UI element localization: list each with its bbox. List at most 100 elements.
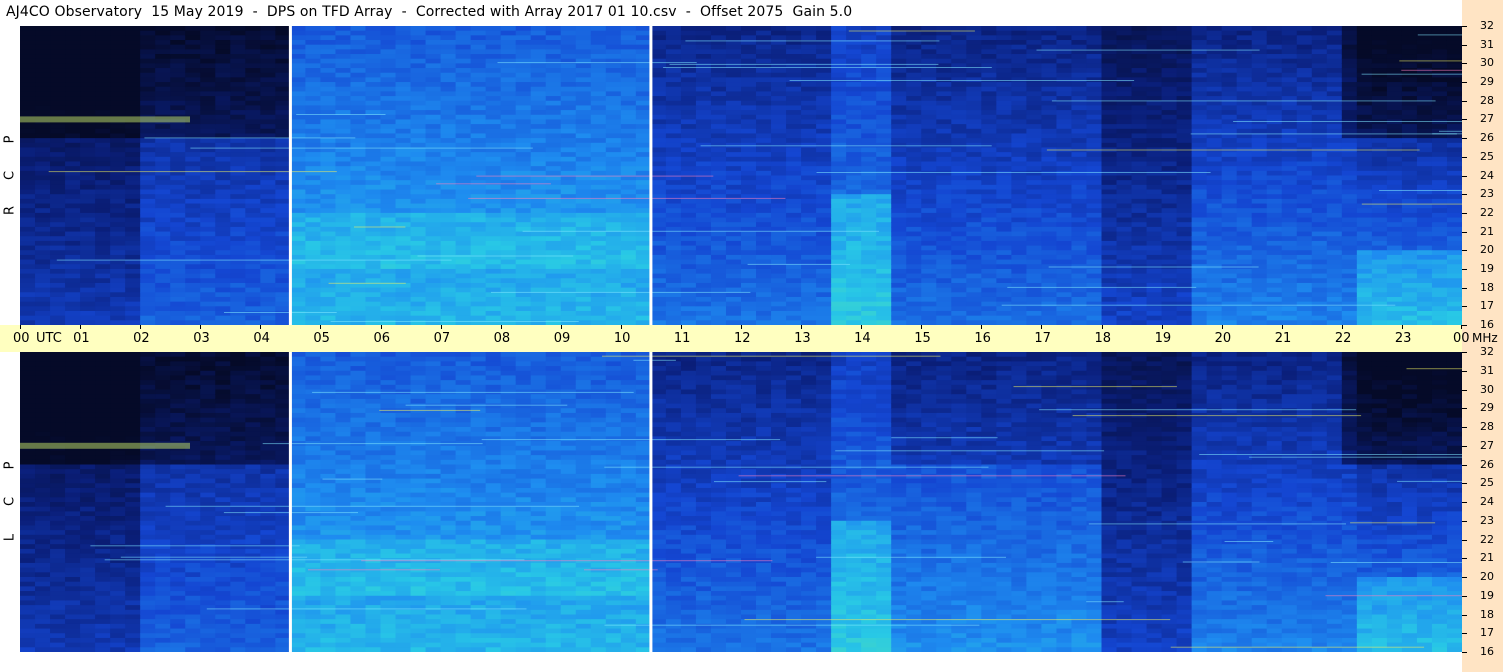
spectrogram-cell bbox=[1116, 161, 1133, 167]
spectrogram-cell bbox=[470, 212, 487, 219]
spectrogram-cell bbox=[545, 138, 562, 144]
spectrogram-cell bbox=[1041, 152, 1058, 158]
spectrogram-cell bbox=[185, 273, 201, 279]
spectrogram-cell bbox=[590, 72, 607, 78]
spectrogram-cell bbox=[921, 301, 937, 307]
spectrogram-cell bbox=[801, 72, 817, 78]
spectrogram-cell bbox=[365, 217, 382, 223]
spectrogram-cell bbox=[1041, 86, 1058, 92]
spectrogram-cell bbox=[80, 240, 96, 247]
spectrogram-cell bbox=[350, 44, 367, 50]
spectrogram-cell bbox=[756, 296, 772, 303]
spectrogram-cell bbox=[921, 35, 937, 41]
spectrogram-cell bbox=[230, 128, 246, 135]
spectrogram-cell bbox=[440, 82, 457, 88]
spectrogram-cell bbox=[801, 203, 817, 209]
spectrogram-cell bbox=[320, 86, 337, 92]
spectrogram-cell bbox=[650, 203, 667, 209]
spectrogram-cell bbox=[966, 152, 982, 158]
spectrogram-cell bbox=[801, 26, 817, 32]
spectrogram-cell bbox=[906, 222, 922, 228]
spectrogram-cell bbox=[951, 222, 967, 228]
spectrogram-cell bbox=[906, 54, 922, 60]
spectrogram-cell bbox=[936, 110, 952, 116]
spectrogram-cell bbox=[1026, 142, 1043, 149]
spectrogram-cell bbox=[335, 119, 352, 125]
spectrogram-cell bbox=[515, 133, 532, 139]
spectrogram-cell bbox=[966, 91, 982, 97]
spectrogram-cell bbox=[921, 96, 937, 102]
spectrogram-cell bbox=[1176, 110, 1193, 116]
spectrogram-cell bbox=[410, 301, 427, 307]
spectrogram-cell bbox=[620, 26, 637, 32]
spectrogram-cell bbox=[35, 194, 51, 200]
spectrogram-cell bbox=[575, 161, 592, 167]
spectrogram-cell bbox=[320, 100, 337, 107]
spectrogram-cell bbox=[500, 54, 517, 60]
spectrogram-cell bbox=[966, 259, 982, 265]
spectrogram-cell bbox=[260, 166, 276, 172]
spectrogram-cell bbox=[680, 264, 697, 270]
spectrogram-cell bbox=[921, 222, 937, 228]
spectrogram-cell bbox=[125, 315, 141, 321]
spectrogram-cell bbox=[320, 30, 337, 36]
spectrogram-cell bbox=[981, 166, 997, 172]
spectrogram-cell bbox=[545, 54, 562, 60]
spectrogram-cell bbox=[921, 161, 937, 167]
spectrogram-cell bbox=[485, 226, 502, 233]
spectrogram-cell bbox=[170, 180, 186, 186]
spectrogram-cell bbox=[65, 96, 81, 102]
spectrogram-cell bbox=[350, 217, 367, 223]
spectrogram-cell bbox=[335, 72, 352, 78]
spectrogram-cell bbox=[846, 156, 862, 163]
spectrogram-cell bbox=[1041, 82, 1058, 88]
spectrogram-cell bbox=[575, 217, 592, 223]
spectrogram-cell bbox=[756, 128, 772, 135]
spectrogram-cell bbox=[110, 278, 126, 284]
spectrogram-cell bbox=[290, 77, 306, 83]
spectrogram-cell bbox=[110, 82, 126, 88]
spectrogram-cell bbox=[470, 72, 487, 78]
spectrogram-cell bbox=[530, 96, 547, 102]
spectrogram-cell bbox=[635, 44, 652, 50]
spectrogram-cell bbox=[125, 226, 141, 233]
spectrogram-cell bbox=[650, 161, 667, 167]
spectrogram-cell bbox=[725, 282, 742, 289]
spectrogram-cell bbox=[620, 105, 637, 111]
spectrogram-cell bbox=[290, 161, 306, 167]
spectrogram-cell bbox=[335, 58, 352, 64]
spectrogram-cell bbox=[365, 287, 382, 293]
spectrogram-cell bbox=[620, 315, 637, 321]
spectrogram-cell bbox=[410, 203, 427, 209]
spectrogram-cell bbox=[290, 180, 306, 186]
spectrogram-cell bbox=[861, 240, 877, 247]
spectrogram-cell bbox=[605, 254, 622, 261]
spectrogram-cell bbox=[996, 306, 1012, 312]
spectrogram-cell bbox=[230, 264, 246, 270]
spectrogram-cell bbox=[275, 301, 291, 307]
spectrogram-cell bbox=[936, 86, 952, 92]
spectrogram-cell bbox=[575, 152, 592, 158]
spectrogram-cell bbox=[485, 72, 502, 78]
spectrogram-cell bbox=[741, 208, 757, 214]
spectrogram-cell bbox=[275, 184, 291, 191]
spectrogram-cell bbox=[215, 245, 231, 251]
spectrogram-cell bbox=[455, 287, 472, 293]
spectrogram-cell bbox=[635, 100, 652, 107]
spectrogram-cell bbox=[560, 222, 577, 228]
spectrogram-cell bbox=[1116, 292, 1133, 298]
spectrogram-cell bbox=[816, 184, 832, 191]
spectrogram-cell bbox=[305, 161, 322, 167]
spectrogram-cell bbox=[921, 26, 937, 32]
spectrogram-cell bbox=[1011, 254, 1027, 261]
spectrogram-cell bbox=[305, 254, 322, 261]
spectrogram-cell bbox=[20, 40, 36, 46]
spectrogram-cell bbox=[50, 26, 66, 32]
spectrogram-cell bbox=[350, 138, 367, 144]
spectrogram-cell bbox=[425, 292, 442, 298]
spectrogram-cell bbox=[440, 58, 457, 64]
spectrogram-cell bbox=[1161, 217, 1178, 223]
spectrogram-cell bbox=[440, 77, 457, 83]
spectrogram-cell bbox=[801, 91, 817, 97]
spectrogram-cell bbox=[125, 231, 141, 237]
